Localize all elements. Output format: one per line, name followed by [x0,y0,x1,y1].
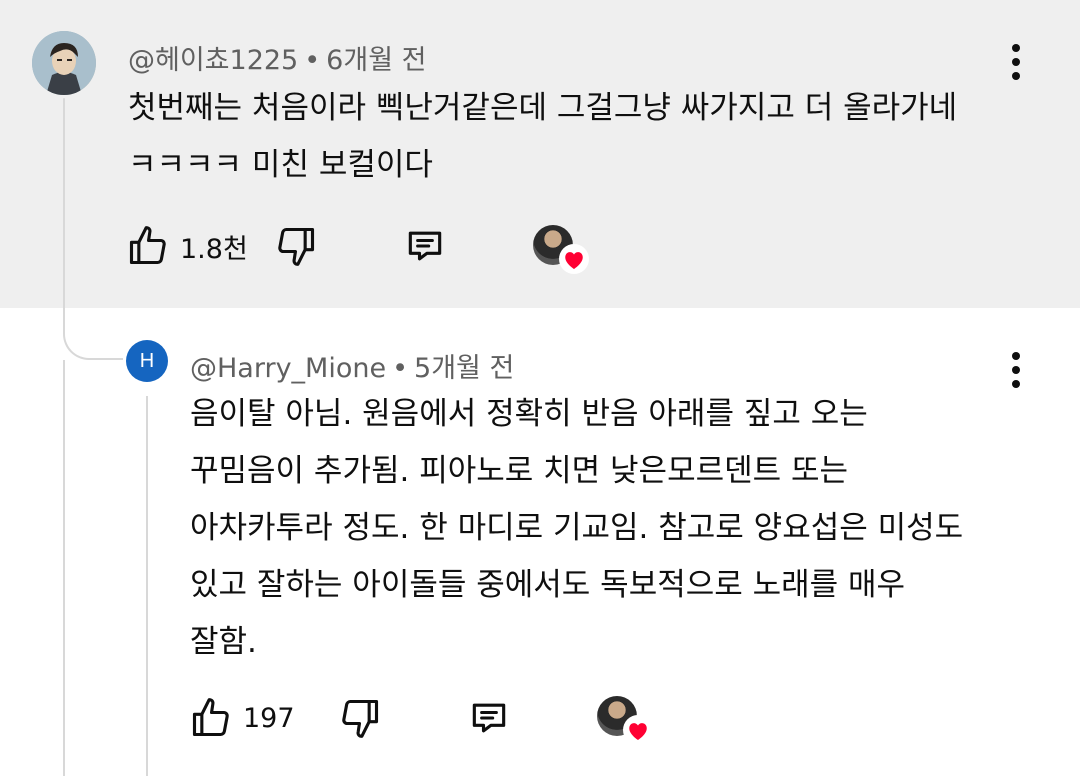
comment-time[interactable]: 5개월 전 [414,353,514,384]
reply-thread-line [146,396,148,776]
comment-author[interactable]: @헤이쵸1225 [128,45,298,76]
comment-line: ㅋㅋㅋㅋ 미친 보컬이다 [128,147,433,183]
reply-icon [408,231,442,261]
like-button[interactable]: 1.8천 [126,224,248,268]
comment-line: 아차카투라 정도. 한 마디로 기교임. 참고로 양요섭은 미성도 [190,510,964,546]
like-count: 1.8천 [180,233,248,265]
thread-line [63,98,65,334]
comment-line: 있고 잘하는 아이돌들 중에서도 독보적으로 노래를 매우 [190,567,906,603]
like-button[interactable]: 197 [189,696,295,740]
dislike-button[interactable] [274,224,318,268]
dislike-button[interactable] [338,696,382,740]
avatar-letter: H [139,349,155,372]
more-vert-icon[interactable] [1001,348,1031,392]
comment-time[interactable]: 6개월 전 [326,45,426,76]
comment-meta: @헤이쵸1225 • 6개월 전 [128,38,426,77]
more-vert-icon[interactable] [1001,40,1031,84]
comment-body: 음이탈 아님. 원음에서 정확히 반음 아래를 짚고 오는 꾸밈음이 추가됨. … [190,386,963,671]
comment-meta: @Harry_Mione • 5개월 전 [190,346,514,385]
reply-icon [472,703,506,733]
thread-line-curve [63,300,123,360]
comment-line: 꾸밈음이 추가됨. 피아노로 치면 낮은모르덴트 또는 [190,453,849,489]
comment-body: 첫번째는 처음이라 삑난거같은데 그걸그냥 싸가지고 더 올라가네 ㅋㅋㅋㅋ 미… [128,80,957,194]
avatar[interactable]: H [126,340,168,382]
comment-line: 첫번째는 처음이라 삑난거같은데 그걸그냥 싸가지고 더 올라가네 [128,90,958,126]
thumb-down-icon [278,227,315,266]
heart-icon [559,244,589,274]
thumb-down-icon [342,699,379,738]
meta-separator: • [304,45,321,76]
avatar[interactable] [32,31,96,95]
heart-icon [623,715,653,745]
thumb-up-icon [129,226,166,265]
comment-line: 음이탈 아님. 원음에서 정확히 반음 아래를 짚고 오는 [190,396,868,432]
like-count: 197 [243,702,295,734]
reply-button[interactable] [403,224,447,268]
comment-line: 잘함. [190,624,257,660]
reply-button[interactable] [467,696,511,740]
comment-author[interactable]: @Harry_Mione [190,353,386,384]
meta-separator: • [392,353,409,384]
thread-line [63,360,65,776]
thumb-up-icon [192,698,229,737]
